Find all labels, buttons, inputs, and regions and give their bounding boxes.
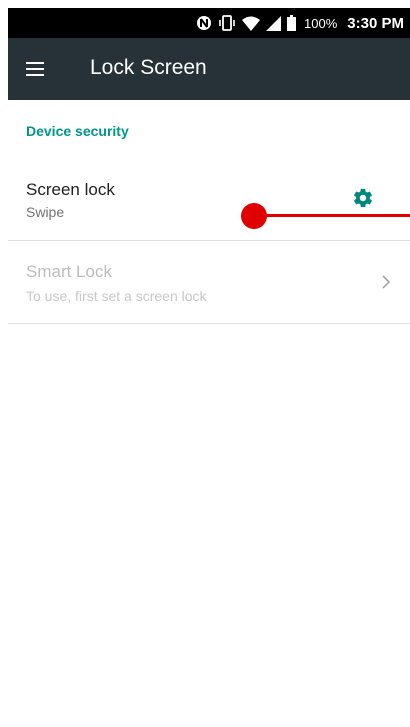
gear-icon[interactable] (352, 187, 374, 209)
screen: 100% 3:30 PM Lock Screen Device security… (0, 0, 410, 727)
section-header: Device security (26, 123, 129, 139)
screen-margin (0, 0, 8, 727)
smart-lock-title: Smart Lock (26, 262, 112, 281)
divider (8, 323, 410, 324)
screen-lock-summary: Swipe (26, 204, 65, 220)
vibrate-icon (218, 15, 236, 31)
chevron-right-icon (381, 274, 391, 290)
wifi-icon (242, 16, 261, 31)
screen-lock-title: Screen lock (26, 180, 115, 199)
signal-icon (266, 15, 282, 31)
annotation-dot (241, 203, 267, 229)
toolbar: Lock Screen (8, 38, 410, 100)
status-icons: 100% 3:30 PM (196, 8, 404, 38)
battery-percent: 100% (304, 15, 338, 31)
menu-icon[interactable] (26, 59, 50, 79)
annotation-line (252, 214, 410, 217)
page-title: Lock Screen (90, 56, 207, 79)
smart-lock-summary: To use, first set a screen lock (26, 288, 207, 304)
status-time: 3:30 PM (347, 14, 404, 32)
smart-lock-row[interactable]: Smart Lock To use, first set a screen lo… (8, 242, 410, 324)
screen-lock-row[interactable]: Screen lock Swipe (8, 160, 410, 240)
divider (8, 240, 410, 241)
status-bar: 100% 3:30 PM (8, 8, 410, 38)
nfc-icon (196, 15, 212, 31)
battery-icon (287, 15, 297, 31)
